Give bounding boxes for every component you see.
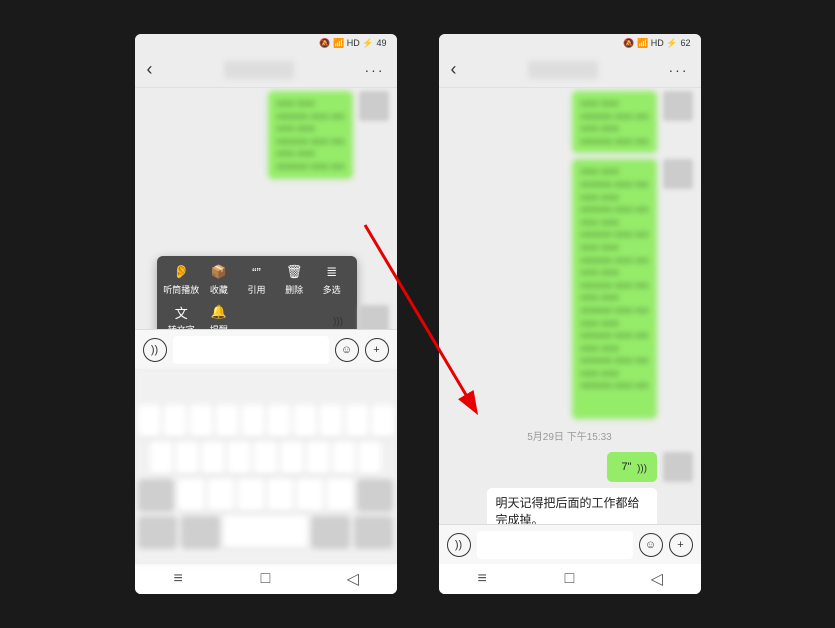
text-message[interactable]: xxxx xxxxxxxxxxx xxxx xxxxxxx xxxxxxxxxx… [572,91,656,153]
emoji-button[interactable]: ☺ [639,533,663,557]
back-button[interactable]: ‹ [147,59,153,80]
nav-home-button[interactable]: □ [561,573,577,585]
attach-button[interactable]: + [669,533,693,557]
soft-keyboard[interactable] [135,369,397,564]
status-battery: 62 [680,38,690,48]
status-bar: 🔕 📶 HD ⚡ 49 [135,34,397,52]
ctx-quote[interactable]: “”引用 [238,264,276,296]
ctx-earpiece[interactable]: 👂听筒播放 [163,264,201,296]
bell-icon: 🔔 [211,304,227,320]
cube-icon: 📦 [211,264,227,280]
status-battery: 49 [376,38,386,48]
chat-area: xxxx xxxxxxxxxxx xxxx xxxxxxx xxxxxxxxxx… [439,88,701,524]
phone-right: 🔕 📶 HD ⚡ 62 ‹ ··· xxxx xxxxxxxxxxx xxxx … [439,34,701,594]
chat-input-bar: )) ☺ + [135,329,397,369]
chat-input-bar: )) ☺ + [439,524,701,564]
avatar[interactable] [663,91,693,121]
message-context-menu: 👂听筒播放 📦收藏 “”引用 🗑删除 ≣多选 文转文字 🔔提醒 [157,256,357,329]
status-icons: 🔕 📶 HD ⚡ [319,38,373,49]
message-row: xxxx xxxxxxxxxxx xxxx xxxxxxx xxxxxxxxxx… [135,88,397,182]
sound-wave-icon [637,460,647,474]
emoji-button[interactable]: ☺ [335,338,359,362]
voice-message-row: 7" [439,449,701,485]
nav-back-button[interactable]: ◁ [345,573,361,585]
message-input[interactable] [173,336,329,364]
ctx-delete[interactable]: 🗑删除 [275,264,313,296]
voice-input-button[interactable]: )) [143,338,167,362]
voice-message[interactable]: 7" [607,452,657,482]
ctx-favorite[interactable]: 📦收藏 [200,264,238,296]
transcription-row: 明天记得把后面的工作都给完成掉。 [439,485,701,524]
voice-input-button[interactable]: )) [447,533,471,557]
avatar[interactable] [359,305,389,329]
chat-topbar: ‹ ··· [135,52,397,88]
timestamp: 5月29日 下午15:33 [439,422,701,449]
chat-title[interactable] [528,61,598,79]
quote-icon: “” [248,264,264,280]
avatar[interactable] [663,159,693,189]
more-button[interactable]: ··· [365,62,385,78]
system-nav-bar: ≡ □ ◁ [135,564,397,594]
ctx-transcribe[interactable]: 文转文字 [163,304,201,329]
attach-button[interactable]: + [365,338,389,362]
message-row: xxxx xxxxxxxxxxx xxxx xxxxxxx xxxxxxxxxx… [439,88,701,156]
ear-icon: 👂 [173,264,189,280]
ctx-remind[interactable]: 🔔提醒 [200,304,238,329]
text-message[interactable]: xxxx xxxxxxxxxxx xxxx xxxxxxx xxxxxxxxxx… [268,91,352,179]
avatar[interactable] [663,452,693,482]
avatar[interactable] [359,91,389,121]
nav-menu-button[interactable]: ≡ [170,573,186,585]
status-bar: 🔕 📶 HD ⚡ 62 [439,34,701,52]
transcription-text[interactable]: 明天记得把后面的工作都给完成掉。 [487,488,657,524]
nav-back-button[interactable]: ◁ [649,573,665,585]
more-button[interactable]: ··· [669,62,689,78]
back-button[interactable]: ‹ [451,59,457,80]
chat-title[interactable] [224,61,294,79]
nav-home-button[interactable]: □ [257,573,273,585]
system-nav-bar: ≡ □ ◁ [439,564,701,594]
voice-duration: 7" [621,461,631,473]
trash-icon: 🗑 [286,264,302,280]
phone-left: 🔕 📶 HD ⚡ 49 ‹ ··· xxxx xxxxxxxxxxx xxxx … [135,34,397,594]
chat-topbar: ‹ ··· [439,52,701,88]
ctx-multiselect[interactable]: ≣多选 [313,264,351,296]
text-icon: 文 [173,304,189,320]
list-icon: ≣ [324,264,340,280]
message-row: xxxx xxxxxxxxxxx xxxx xxxxxxx xxxxxxxxxx… [439,156,701,422]
chat-area: xxxx xxxxxxxxxxx xxxx xxxxxxx xxxxxxxxxx… [135,88,397,329]
nav-menu-button[interactable]: ≡ [474,573,490,585]
text-message[interactable]: xxxx xxxxxxxxxxx xxxx xxxxxxx xxxxxxxxxx… [572,159,656,419]
message-input[interactable] [477,531,633,559]
status-icons: 🔕 📶 HD ⚡ [623,38,677,49]
